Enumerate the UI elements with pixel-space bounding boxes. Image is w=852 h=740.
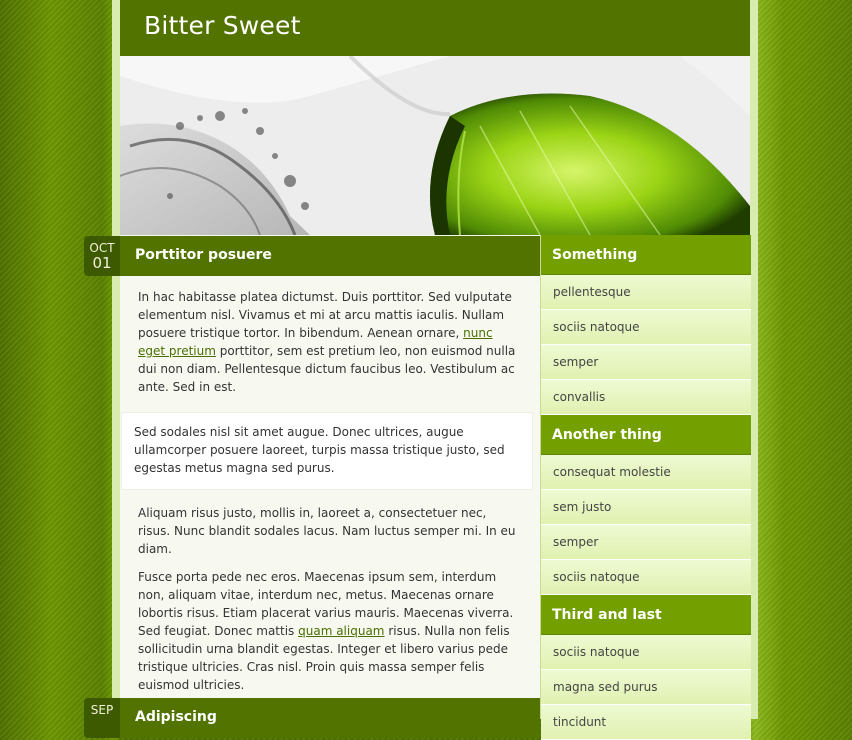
post-date: SEP xyxy=(84,698,120,738)
sidebar-link[interactable]: sociis natoque xyxy=(541,635,751,670)
post-body: In hac habitasse platea dictumst. Duis p… xyxy=(121,288,533,704)
post-paragraph: In hac habitasse platea dictumst. Duis p… xyxy=(138,290,516,394)
sidebar-link[interactable]: convallis xyxy=(541,380,751,415)
sidebar: Something pellentesque sociis natoque se… xyxy=(540,235,751,740)
sidebar-heading: Something xyxy=(541,235,751,275)
post-title[interactable]: Adipiscing xyxy=(135,709,217,725)
sidebar-heading: Another thing xyxy=(541,415,751,455)
post-paragraph: Aliquam risus justo, mollis in, laoreet … xyxy=(138,506,516,556)
site-header: Bitter Sweet xyxy=(120,0,750,56)
post-date: OCT 01 xyxy=(84,236,120,276)
sidebar-link[interactable]: sem justo xyxy=(541,490,751,525)
post-header: Porttitor posuere xyxy=(120,236,540,276)
post-paragraph: Fusce porta pede nec eros. Maecenas ipsu… xyxy=(138,570,514,692)
sidebar-link[interactable]: consequat molestie xyxy=(541,455,751,490)
sidebar-link[interactable]: semper xyxy=(541,345,751,380)
banner-image xyxy=(120,56,750,235)
post-date-day: 01 xyxy=(92,254,112,272)
sidebar-link[interactable]: sociis natoque xyxy=(541,560,751,595)
sidebar-heading: Third and last xyxy=(541,595,751,635)
post-date-month: SEP xyxy=(90,703,114,717)
sidebar-link[interactable]: pellentesque xyxy=(541,275,751,310)
sidebar-link[interactable]: semper xyxy=(541,525,751,560)
post-date-month: OCT xyxy=(89,241,115,255)
sidebar-link[interactable]: magna sed purus xyxy=(541,670,751,705)
site-title[interactable]: Bitter Sweet xyxy=(144,11,301,40)
post-link[interactable]: quam aliquam xyxy=(298,624,384,638)
lime-splash-illustration xyxy=(120,56,750,235)
blockquote: Sed sodales nisl sit amet augue. Donec u… xyxy=(121,412,533,490)
sidebar-link[interactable]: tincidunt xyxy=(541,705,751,740)
post-title[interactable]: Porttitor posuere xyxy=(135,247,272,263)
post-header: Adipiscing xyxy=(120,698,540,738)
sidebar-link[interactable]: sociis natoque xyxy=(541,310,751,345)
